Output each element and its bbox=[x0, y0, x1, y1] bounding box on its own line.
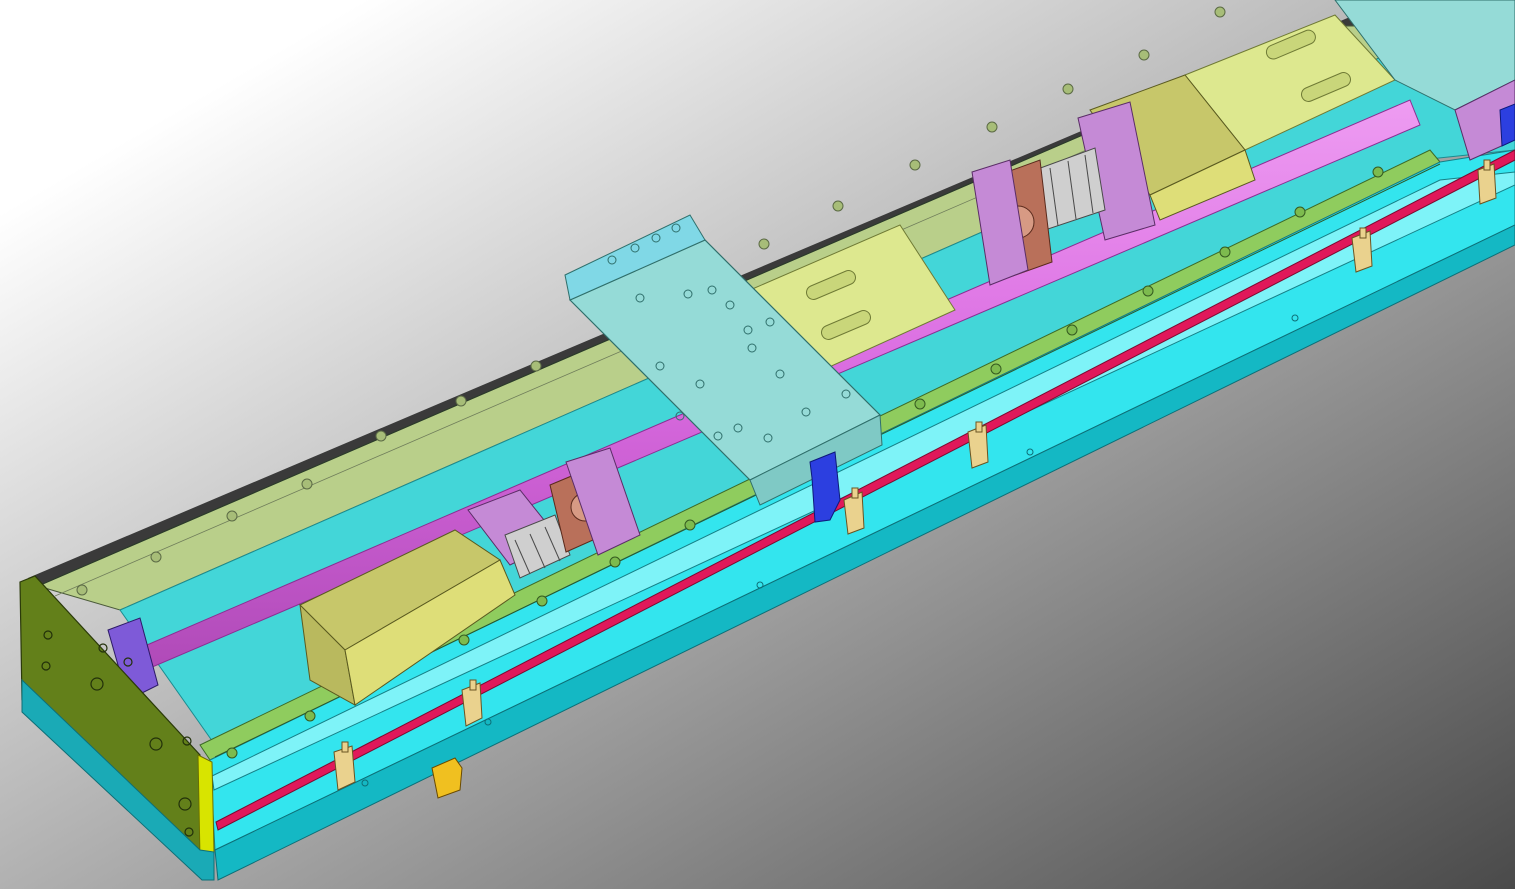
cad-model-view[interactable] bbox=[0, 0, 1515, 889]
end-plate-edge bbox=[197, 754, 215, 859]
cad-viewport[interactable] bbox=[0, 0, 1515, 889]
